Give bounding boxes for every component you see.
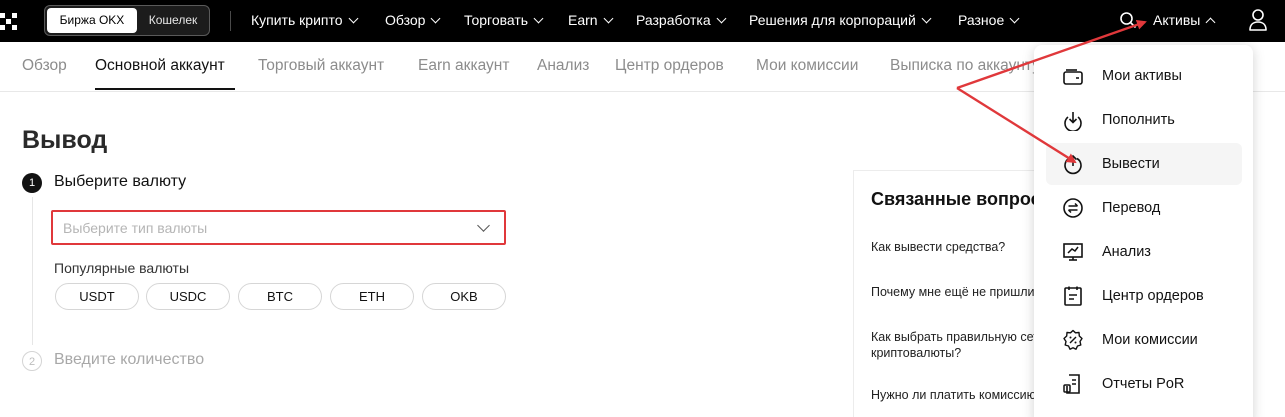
wallet-toggle[interactable]: Кошелек xyxy=(139,8,207,33)
chevron-up-icon xyxy=(1205,17,1216,28)
menu-item-analysis[interactable]: Анализ xyxy=(1046,231,1242,273)
nav-label: Решения для корпораций xyxy=(749,12,916,28)
tab-analysis[interactable]: Анализ xyxy=(537,56,589,76)
faq-link-continued[interactable]: криптовалюты? xyxy=(871,345,961,361)
withdraw-icon xyxy=(1064,154,1082,175)
okx-logo-icon[interactable] xyxy=(0,13,19,30)
nav-label: Разработка xyxy=(636,12,711,28)
chevron-down-icon xyxy=(603,13,614,24)
page-title: Вывод xyxy=(22,126,108,154)
chevron-down-icon xyxy=(430,13,441,24)
chevron-down-icon xyxy=(1009,13,1020,24)
tab-order-center[interactable]: Центр ордеров xyxy=(615,56,724,76)
step-1-badge: 1 xyxy=(22,173,42,193)
exchange-wallet-switch: Биржа OKX Кошелек xyxy=(44,5,210,36)
nav-divider xyxy=(230,11,231,31)
menu-item-my-assets[interactable]: Мои активы xyxy=(1046,55,1242,97)
tab-account-statement[interactable]: Выписка по аккаунту xyxy=(890,56,1040,76)
chevron-down-icon xyxy=(921,13,932,24)
nav-label: Разное xyxy=(958,12,1005,28)
nav-development[interactable]: Разработка xyxy=(636,11,727,29)
chevron-down-icon xyxy=(716,13,727,24)
nav-label: Торговать xyxy=(464,12,529,28)
menu-item-label: Анализ xyxy=(1102,244,1151,260)
transfer-icon xyxy=(1063,198,1083,218)
tab-earn-account[interactable]: Earn аккаунт xyxy=(418,56,509,76)
chevron-down-icon xyxy=(533,13,544,24)
nav-label: Обзор xyxy=(385,12,426,28)
assets-dropdown-menu: Мои активы Пополнить Вывести Перевод Ана… xyxy=(1034,45,1253,417)
coin-chip-btc[interactable]: BTC xyxy=(238,283,322,310)
faq-link[interactable]: Как выбрать правильную сеть xyxy=(871,329,1045,345)
menu-item-label: Мои активы xyxy=(1102,68,1182,84)
menu-item-deposit[interactable]: Пополнить xyxy=(1046,99,1242,141)
nav-trade[interactable]: Торговать xyxy=(464,11,544,29)
nav-label: Earn xyxy=(568,12,598,28)
menu-item-label: Пополнить xyxy=(1102,112,1175,128)
related-questions-title: Связанные вопросы xyxy=(871,189,1053,209)
menu-item-label: Перевод xyxy=(1102,200,1161,216)
deposit-icon xyxy=(1064,112,1082,131)
por-report-icon xyxy=(1063,374,1080,394)
fees-icon xyxy=(1063,329,1083,350)
coin-chip-okb[interactable]: OKB xyxy=(422,283,506,310)
faq-link[interactable]: Нужно ли платить комиссию xyxy=(871,387,1036,403)
menu-item-transfer[interactable]: Перевод xyxy=(1046,187,1242,229)
related-questions-panel: Связанные вопросы Как вывести средства? … xyxy=(853,170,1053,417)
nav-overview[interactable]: Обзор xyxy=(385,11,441,29)
faq-link[interactable]: Как вывести средства? xyxy=(871,239,1005,255)
menu-item-my-fees[interactable]: Мои комиссии xyxy=(1046,319,1242,361)
coin-chip-usdt[interactable]: USDT xyxy=(55,283,139,310)
nav-more[interactable]: Разное xyxy=(958,11,1020,29)
chevron-down-icon xyxy=(477,219,490,232)
tab-my-fees[interactable]: Мои комиссии xyxy=(756,56,858,76)
search-icon[interactable] xyxy=(1119,11,1137,29)
menu-item-label: Мои комиссии xyxy=(1102,332,1198,348)
nav-label: Купить крипто xyxy=(251,12,343,28)
top-navbar: Биржа OKX Кошелек Купить крипто Обзор То… xyxy=(0,0,1285,42)
active-tab-underline xyxy=(95,88,235,90)
tab-overview[interactable]: Обзор xyxy=(22,56,67,76)
chevron-down-icon xyxy=(348,13,358,24)
coin-chip-usdc[interactable]: USDC xyxy=(146,283,230,310)
menu-item-label: Вывести xyxy=(1102,156,1160,172)
wallet-icon xyxy=(1063,69,1083,85)
nav-business-solutions[interactable]: Решения для корпораций xyxy=(749,11,932,29)
step-connector xyxy=(32,197,33,345)
menu-item-por-reports[interactable]: Отчеты PoR xyxy=(1046,363,1242,405)
menu-item-order-center[interactable]: Центр ордеров xyxy=(1046,275,1242,317)
orders-icon xyxy=(1064,286,1082,306)
exchange-toggle[interactable]: Биржа OKX xyxy=(47,8,137,33)
menu-item-withdraw[interactable]: Вывести xyxy=(1046,143,1242,185)
currency-select-placeholder: Выберите тип валюты xyxy=(63,220,208,236)
tab-trading-account[interactable]: Торговый аккаунт xyxy=(258,56,384,76)
menu-item-label: Центр ордеров xyxy=(1102,288,1204,304)
step-1-label: Выберите валюту xyxy=(54,173,187,190)
nav-earn[interactable]: Earn xyxy=(568,11,614,29)
nav-buy-crypto[interactable]: Купить крипто xyxy=(251,11,358,29)
popular-currencies-label: Популярные валюты xyxy=(54,260,190,276)
step-2-label: Введите количество xyxy=(54,351,205,368)
faq-link[interactable]: Почему мне ещё не пришли xyxy=(871,284,1035,300)
tab-main-account[interactable]: Основной аккаунт xyxy=(95,56,225,76)
currency-select[interactable]: Выберите тип валюты xyxy=(51,210,506,245)
coin-chip-eth[interactable]: ETH xyxy=(330,283,414,310)
analysis-icon xyxy=(1063,243,1083,261)
step-2-badge: 2 xyxy=(22,351,42,371)
assets-menu-button[interactable]: Активы xyxy=(1153,11,1216,29)
assets-label: Активы xyxy=(1153,12,1201,28)
user-icon[interactable] xyxy=(1248,8,1268,32)
menu-item-label: Отчеты PoR xyxy=(1102,376,1185,392)
